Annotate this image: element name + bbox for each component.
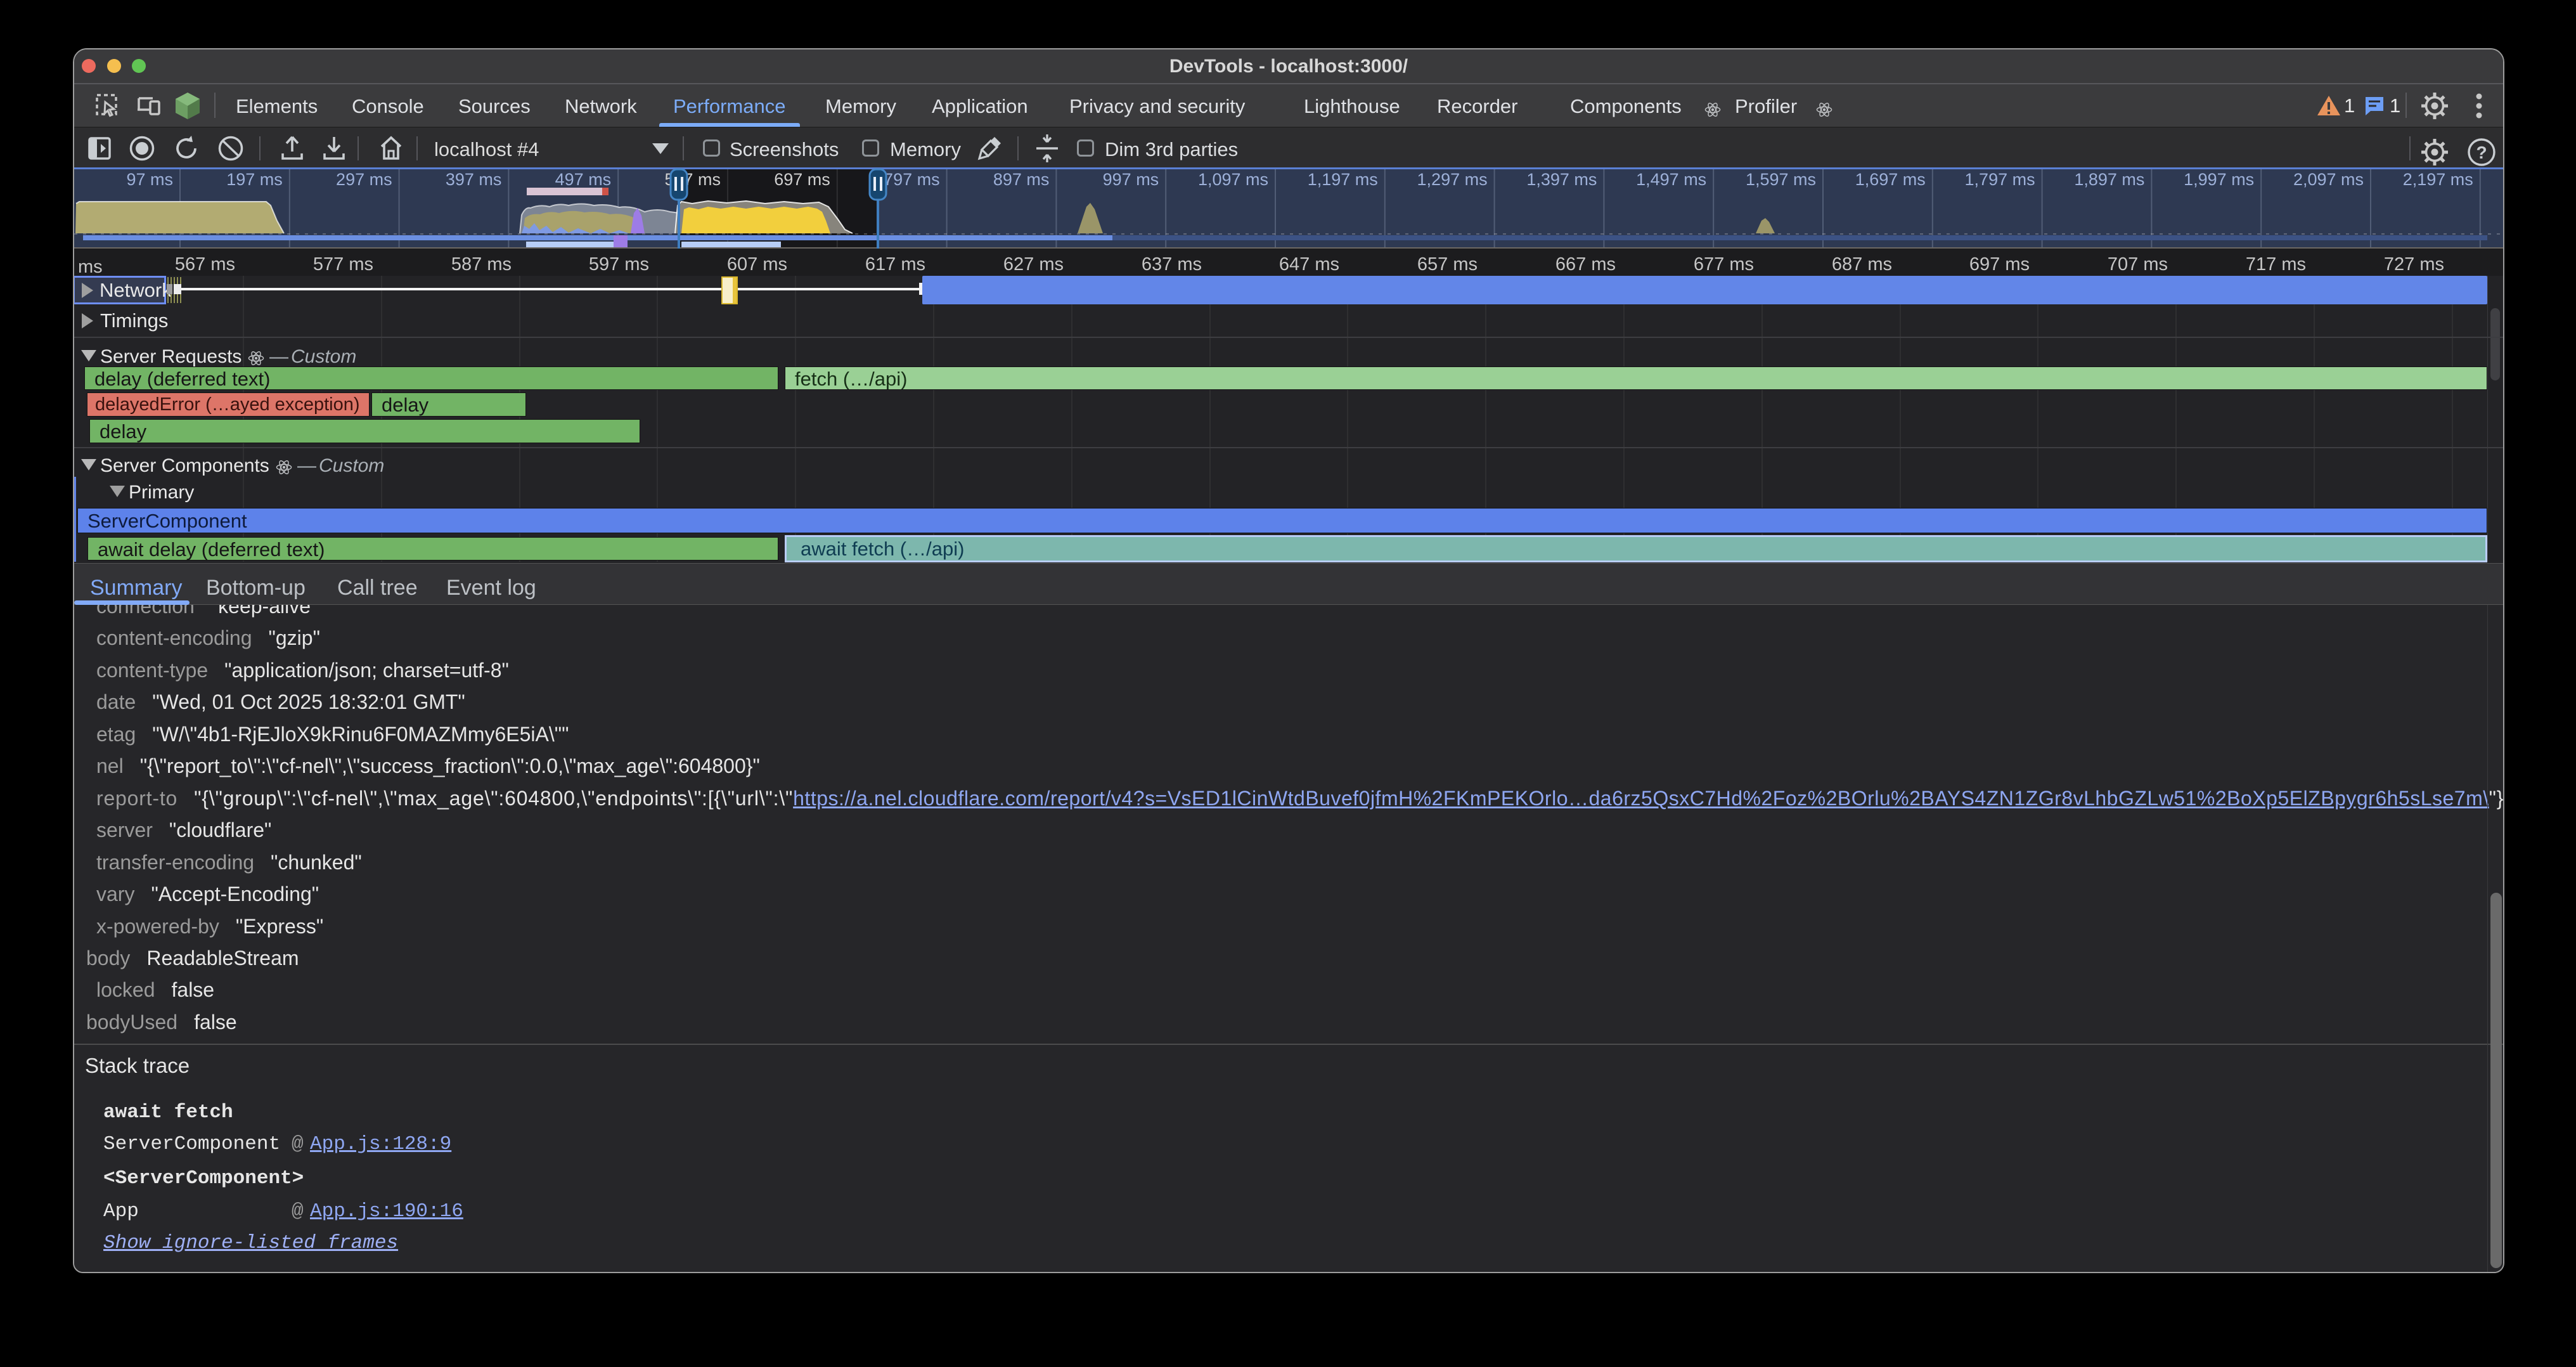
svg-text:2,097 ms: 2,097 ms bbox=[2293, 170, 2364, 189]
svg-text:197 ms: 197 ms bbox=[226, 170, 283, 189]
svg-text:2,197 ms: 2,197 ms bbox=[2403, 170, 2473, 189]
svg-text:1,697 ms: 1,697 ms bbox=[1855, 170, 1926, 189]
svg-text:797 ms: 797 ms bbox=[884, 170, 940, 189]
svg-text:897 ms: 897 ms bbox=[993, 170, 1050, 189]
svg-text:1,397 ms: 1,397 ms bbox=[1526, 170, 1597, 189]
svg-text:1,097 ms: 1,097 ms bbox=[1198, 170, 1268, 189]
svg-text:697 ms: 697 ms bbox=[774, 170, 830, 189]
svg-text:1,297 ms: 1,297 ms bbox=[1417, 170, 1488, 189]
svg-text:1,197 ms: 1,197 ms bbox=[1308, 170, 1378, 189]
svg-text:?: ? bbox=[2476, 143, 2487, 162]
svg-text:297 ms: 297 ms bbox=[336, 170, 392, 189]
svg-text:1,897 ms: 1,897 ms bbox=[2074, 170, 2144, 189]
svg-text:1,797 ms: 1,797 ms bbox=[1965, 170, 2035, 189]
svg-text:497 ms: 497 ms bbox=[555, 170, 612, 189]
svg-text:97 ms: 97 ms bbox=[126, 170, 173, 189]
svg-text:397 ms: 397 ms bbox=[446, 170, 502, 189]
svg-text:1,597 ms: 1,597 ms bbox=[1746, 170, 1816, 189]
svg-text:1,497 ms: 1,497 ms bbox=[1636, 170, 1706, 189]
svg-text:997 ms: 997 ms bbox=[1103, 170, 1159, 189]
svg-text:1,997 ms: 1,997 ms bbox=[2184, 170, 2254, 189]
